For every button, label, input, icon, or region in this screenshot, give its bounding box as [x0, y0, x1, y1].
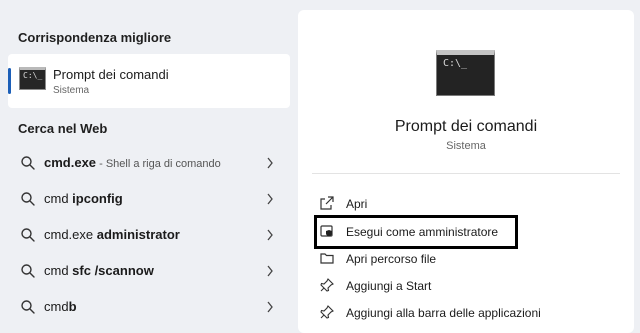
web-result-row[interactable]: cmd.exe administrator [8, 218, 290, 252]
web-result-text: cmd.exe administrator [44, 227, 180, 242]
chevron-right-icon [267, 157, 273, 169]
search-icon [21, 228, 35, 242]
action-label: Apri percorso file [346, 252, 437, 266]
app-title: Prompt dei comandi [394, 118, 538, 135]
highlight-annotation-box [314, 215, 518, 249]
web-result-text: cmd.exe - Shell a riga di comando [44, 155, 221, 170]
web-result-row[interactable]: cmd ipconfig [8, 182, 290, 216]
best-match-subtitle: Sistema [53, 85, 90, 96]
action-label: Aggiungi a Start [346, 279, 432, 293]
chevron-right-icon [267, 265, 273, 277]
web-result-text: cmd sfc /scannow [44, 263, 154, 278]
best-match-name: Prompt dei comandi [53, 67, 169, 82]
search-icon [21, 300, 35, 314]
action-pin-to-start[interactable]: Aggiungi a Start [314, 273, 614, 299]
divider [312, 173, 620, 174]
chevron-right-icon [267, 229, 273, 241]
selection-indicator [8, 68, 11, 94]
best-match-heading: Corrispondenza migliore [18, 30, 172, 45]
best-match-item[interactable]: C:\_ Prompt dei comandi Sistema [8, 54, 290, 108]
web-search-heading: Cerca nel Web [18, 121, 108, 136]
web-result-row[interactable]: cmd.exe - Shell a riga di comando [8, 146, 290, 180]
web-result-text: cmd ipconfig [44, 191, 123, 206]
action-label: Aggiungi alla barra delle applicazioni [346, 306, 541, 320]
web-result-row[interactable]: cmd sfc /scannow [8, 254, 290, 288]
action-label: Apri [346, 197, 368, 211]
chevron-right-icon [267, 301, 273, 313]
search-results-panel: Corrispondenza migliore C:\_ Prompt dei … [0, 0, 298, 333]
web-result-text: cmdb [44, 299, 77, 314]
app-detail-panel: C:\_ Prompt dei comandi Sistema Apri Ese… [298, 10, 634, 333]
chevron-right-icon [267, 193, 273, 205]
web-result-row[interactable]: cmdb [8, 290, 290, 324]
command-prompt-icon: C:\_ [436, 50, 495, 96]
folder-icon [320, 253, 334, 264]
open-icon [320, 196, 334, 210]
pin-icon [320, 305, 334, 319]
app-subtitle: Sistema [446, 140, 486, 152]
pin-icon [320, 278, 334, 292]
action-open-file-location[interactable]: Apri percorso file [314, 246, 614, 272]
action-pin-to-taskbar[interactable]: Aggiungi alla barra delle applicazioni [314, 300, 614, 326]
command-prompt-icon: C:\_ [19, 67, 46, 90]
search-icon [21, 192, 35, 206]
action-open[interactable]: Apri [314, 191, 614, 217]
search-icon [21, 264, 35, 278]
search-icon [21, 156, 35, 170]
